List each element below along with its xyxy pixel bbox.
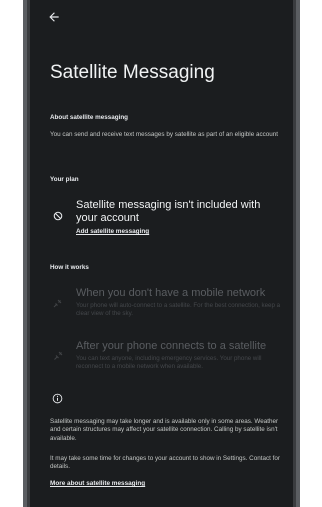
device-frame-right [296,0,300,507]
info-text-account: It may take some time for changes to you… [50,455,280,471]
about-text: You can send and receive text messages b… [50,131,278,138]
page-title: Satellite Messaging [50,62,215,83]
arrow-back-icon[interactable] [47,10,61,24]
about-heading: About satellite messaging [50,114,129,121]
add-satellite-messaging-link[interactable]: Add satellite messaging [76,228,149,235]
info-icon [52,393,63,404]
satellite-connect-icon [54,351,63,360]
how-item-title: After your phone connects to a satellite [76,340,267,352]
how-item-subtitle: Your phone will auto-connect to a satell… [76,302,281,317]
satellite-icon [53,299,62,308]
info-text: Satellite messaging may take longer and … [50,418,279,442]
plan-heading: Your plan [50,176,79,183]
more-about-satellite-link[interactable]: More about satellite messaging [50,480,145,487]
no-entry-icon [53,211,63,221]
how-item-subtitle: You can text anyone, including emergency… [76,355,262,370]
how-item-title: When you don't have a mobile network [76,287,266,299]
how-heading: How it works [50,264,89,271]
plan-status: Satellite messaging isn't included with … [76,199,261,224]
settings-screen: Satellite Messaging About satellite mess… [27,0,296,507]
